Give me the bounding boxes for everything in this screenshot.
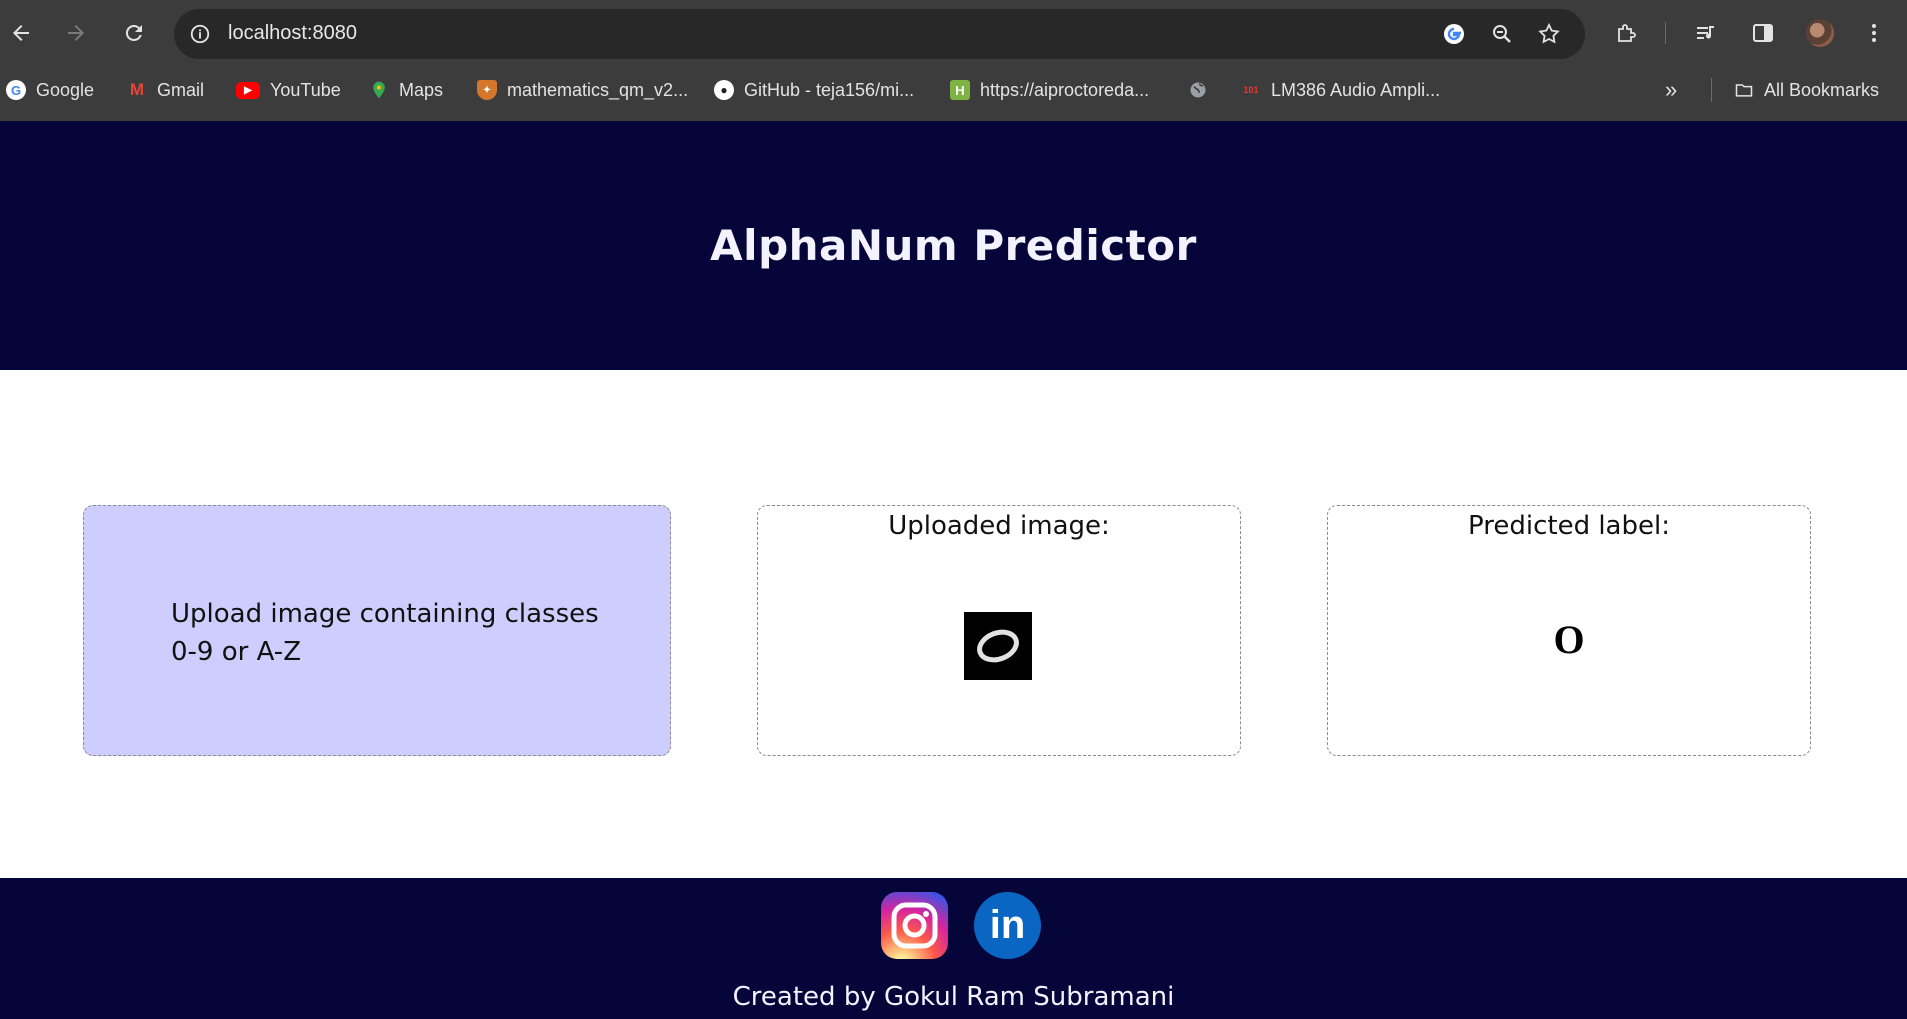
101-favicon-icon: 101	[1243, 85, 1259, 95]
page-header: AlphaNum Predictor	[0, 121, 1907, 370]
bookmark-star-icon[interactable]	[1535, 20, 1563, 48]
uploaded-image-card: Uploaded image:	[757, 505, 1241, 756]
back-icon[interactable]	[2, 14, 40, 52]
uploaded-image-preview	[964, 612, 1032, 680]
bookmark-label: Gmail	[157, 79, 205, 100]
bookmark-lm386[interactable]: 101 LM386 Audio Ampli...	[1241, 76, 1440, 104]
profile-avatar[interactable]	[1806, 19, 1834, 47]
predicted-label-heading: Predicted label:	[1468, 511, 1670, 541]
bookmarks-overflow-icon[interactable]: »	[1665, 76, 1677, 104]
extensions-icon[interactable]	[1607, 14, 1645, 52]
github-favicon-icon: ●	[714, 80, 734, 100]
bookmark-aiproctor[interactable]: H https://aiproctoreda...	[950, 76, 1149, 104]
toolbar-divider	[1665, 22, 1666, 44]
youtube-favicon-icon: ▶	[236, 81, 260, 99]
upload-instructions: Upload image containing classes 0-9 or A…	[171, 599, 599, 667]
bookmark-label: LM386 Audio Ampli...	[1271, 79, 1441, 100]
bookmark-google[interactable]: G Google	[6, 76, 94, 104]
reload-icon[interactable]	[115, 14, 153, 52]
gmail-favicon-icon: M	[129, 80, 145, 99]
google-favicon-icon: G	[6, 80, 26, 100]
page-title: AlphaNum Predictor	[710, 221, 1197, 270]
globe-favicon-icon	[1188, 80, 1208, 100]
browser-toolbar: localhost:8080	[0, 0, 1907, 66]
address-bar[interactable]: localhost:8080	[174, 9, 1585, 59]
instagram-icon[interactable]	[881, 892, 948, 959]
bookmark-youtube[interactable]: ▶ YouTube	[236, 76, 341, 104]
page-footer: in Created by Gokul Ram Subramani	[0, 878, 1907, 1019]
menu-kebab-icon[interactable]	[1855, 14, 1893, 52]
linkedin-icon[interactable]: in	[974, 892, 1041, 959]
bookmark-label: https://aiproctoreda...	[980, 79, 1150, 100]
url-text[interactable]: localhost:8080	[228, 22, 357, 45]
bookmark-globe[interactable]	[1188, 76, 1218, 104]
bookmark-gmail[interactable]: M Gmail	[127, 76, 204, 104]
maps-favicon-icon	[369, 80, 389, 100]
h-favicon-icon: H	[950, 80, 970, 100]
bookmark-mathematics[interactable]: ✦ mathematics_qm_v2...	[477, 76, 688, 104]
side-panel-icon[interactable]	[1744, 14, 1782, 52]
bookmark-label: Maps	[399, 79, 444, 100]
forward-icon[interactable]	[57, 14, 95, 52]
all-bookmarks-folder[interactable]: All Bookmarks	[1734, 76, 1879, 104]
bookmark-label: mathematics_qm_v2...	[507, 79, 689, 100]
bookmark-github[interactable]: ● GitHub - teja156/mi...	[714, 76, 914, 104]
upload-dropzone[interactable]: Upload image containing classes 0-9 or A…	[83, 505, 671, 756]
shield-favicon-icon: ✦	[477, 80, 497, 100]
folder-icon	[1734, 80, 1754, 100]
predicted-label-value: O	[1553, 617, 1585, 662]
bookmark-label: GitHub - teja156/mi...	[744, 79, 915, 100]
google-lens-icon[interactable]	[1440, 20, 1468, 48]
site-info-icon[interactable]	[186, 20, 214, 48]
zoom-icon[interactable]	[1488, 20, 1516, 48]
browser-chrome: localhost:8080 G Google M Gmail ▶ YouTub…	[0, 0, 1907, 121]
footer-credit: Created by Gokul Ram Subramani	[732, 982, 1175, 1012]
bookmarks-divider	[1711, 78, 1712, 102]
bookmark-maps[interactable]: Maps	[369, 76, 443, 104]
predicted-label-card: Predicted label: O	[1327, 505, 1811, 756]
uploaded-image-label: Uploaded image:	[888, 511, 1110, 541]
media-queue-icon[interactable]	[1687, 14, 1725, 52]
bookmark-label: Google	[36, 79, 95, 100]
all-bookmarks-label: All Bookmarks	[1764, 79, 1880, 100]
bookmark-label: YouTube	[270, 79, 341, 100]
bookmarks-bar: G Google M Gmail ▶ YouTube Maps ✦ mathem…	[0, 70, 1907, 110]
